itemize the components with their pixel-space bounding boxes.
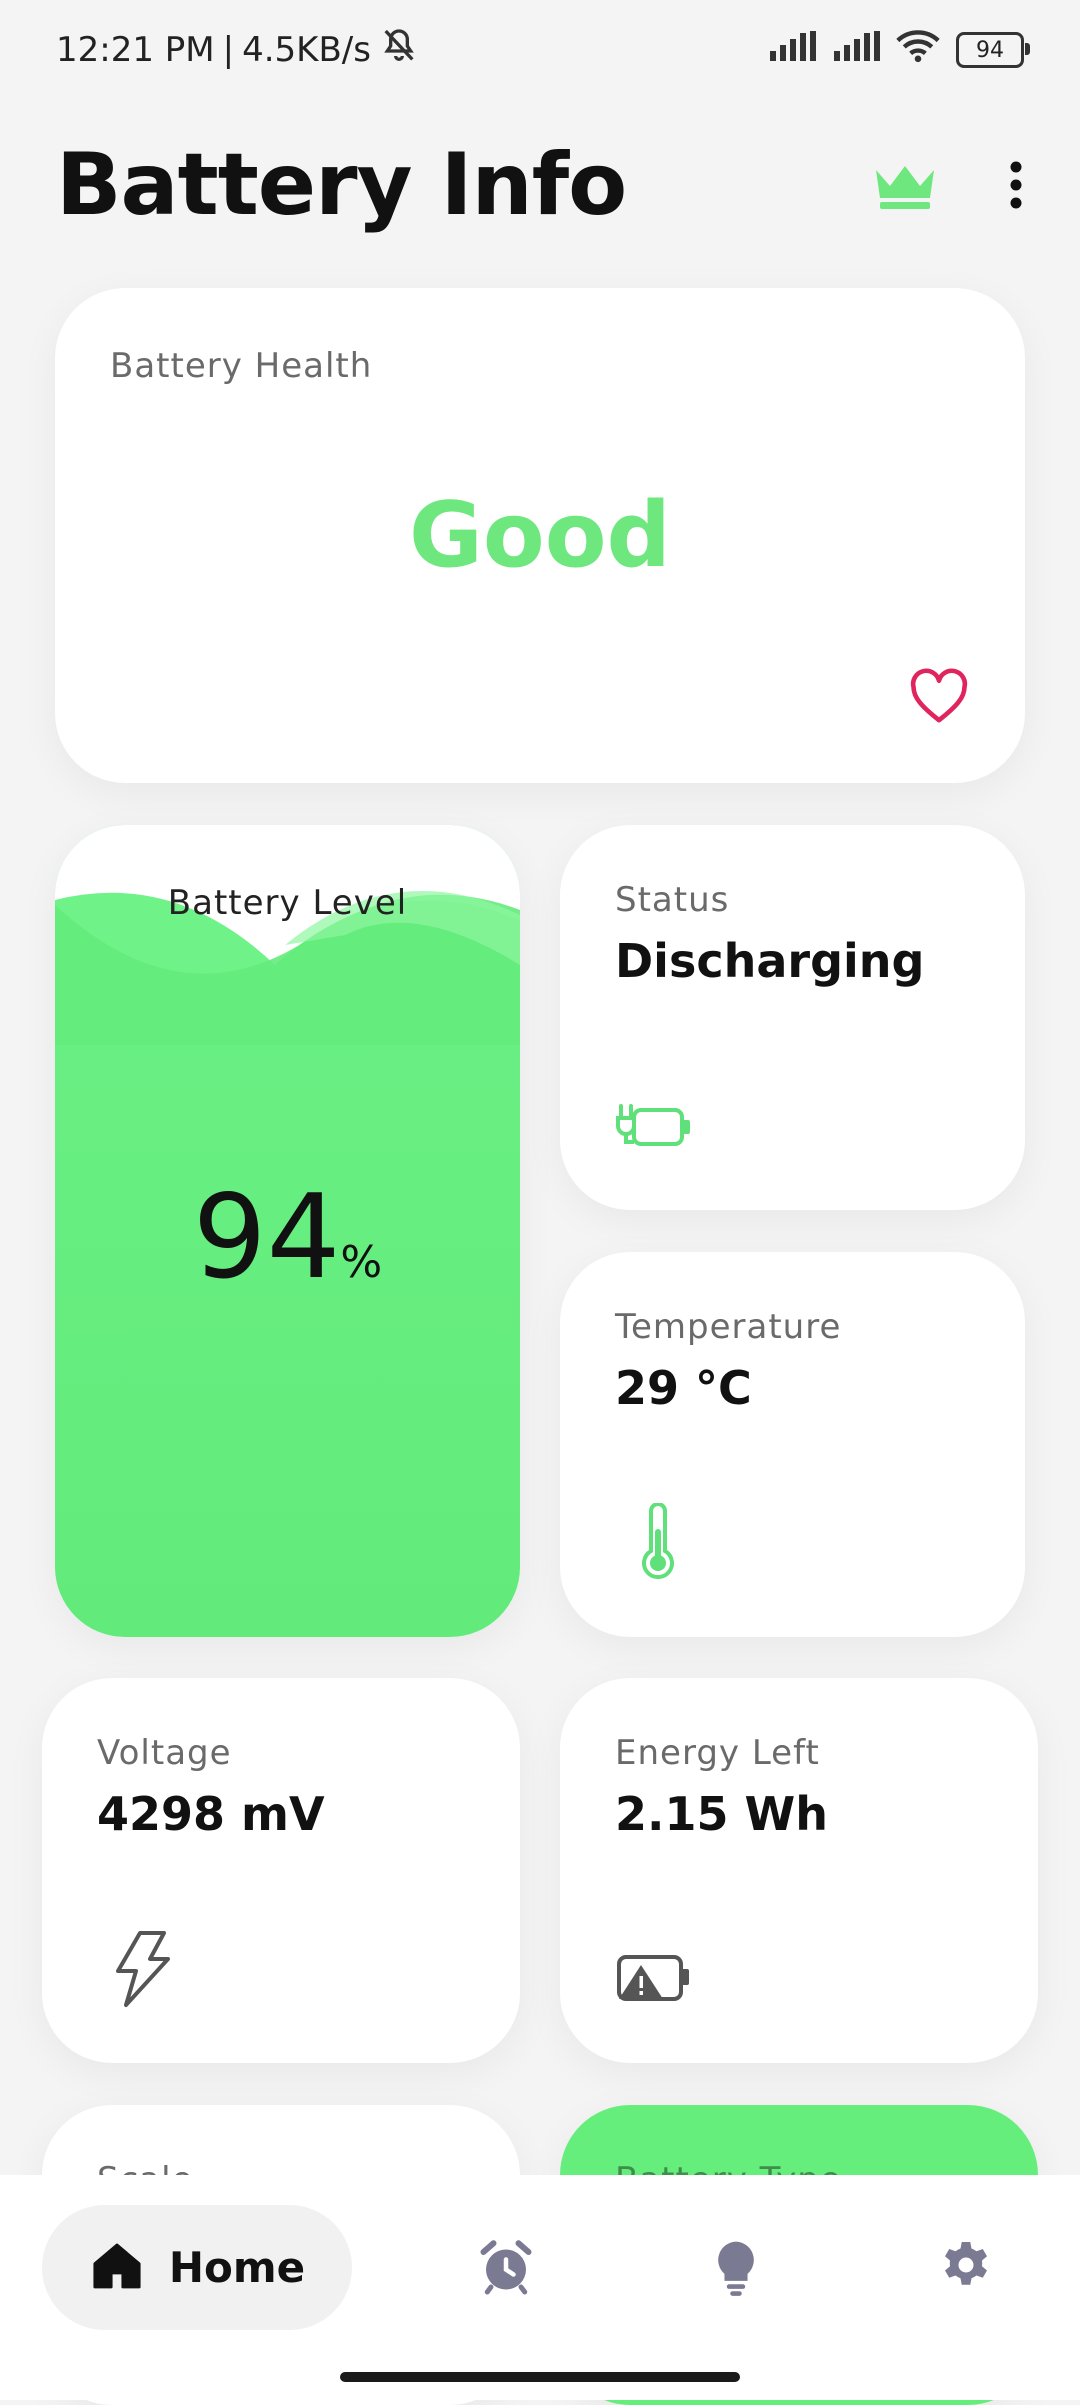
bulb-icon[interactable] <box>708 2237 764 2301</box>
status-left: 12:21 PM | 4.5KB/s <box>56 26 419 75</box>
home-indicator[interactable] <box>340 2372 740 2382</box>
app-actions <box>872 160 1024 210</box>
status-card[interactable]: Status Discharging <box>560 825 1025 1210</box>
voltage-card[interactable]: Voltage 4298 mV <box>42 1678 520 2063</box>
health-label: Battery Health <box>110 346 373 386</box>
nav-item-home[interactable]: Home <box>42 2205 352 2330</box>
level-label: Battery Level <box>167 883 408 923</box>
bottom-nav: Home <box>0 2175 1080 2400</box>
more-vert-icon[interactable] <box>1008 160 1024 210</box>
level-number: 94 <box>192 1170 341 1305</box>
wifi-icon <box>896 29 940 72</box>
energy-value: 2.15 Wh <box>615 1787 828 1841</box>
energy-label: Energy Left <box>615 1733 820 1773</box>
mute-icon <box>379 26 419 75</box>
battery-warning-icon <box>615 1949 695 2013</box>
alarm-icon[interactable] <box>476 2237 536 2301</box>
crown-icon[interactable] <box>872 160 938 210</box>
health-value: Good <box>409 483 671 588</box>
energy-left-card[interactable]: Energy Left 2.15 Wh <box>560 1678 1038 2063</box>
temperature-card[interactable]: Temperature 29 °C <box>560 1252 1025 1637</box>
page-title: Battery Info <box>56 135 627 235</box>
level-wave <box>55 825 520 1045</box>
temperature-label: Temperature <box>615 1307 842 1347</box>
home-icon <box>89 2238 145 2298</box>
status-bar: 12:21 PM | 4.5KB/s 94 <box>0 0 1080 100</box>
status-battery-level: 94 <box>976 37 1004 63</box>
battery-level-card[interactable]: Battery Level 94% <box>55 825 520 1637</box>
battery-health-card[interactable]: Battery Health Good <box>55 288 1025 783</box>
voltage-label: Voltage <box>97 1733 232 1773</box>
network-speed: 4.5KB/s <box>242 30 371 70</box>
level-value: 94% <box>55 1170 520 1305</box>
battery-icon: 94 <box>956 32 1030 68</box>
thermometer-icon <box>638 1502 678 1587</box>
plug-battery-icon <box>615 1096 695 1160</box>
voltage-value: 4298 mV <box>97 1787 325 1841</box>
signal-icon <box>768 30 816 70</box>
settings-icon[interactable] <box>936 2237 996 2301</box>
status-label: Status <box>615 880 730 920</box>
level-unit: % <box>340 1237 383 1288</box>
status-separator: | <box>222 30 235 70</box>
signal-icon <box>832 30 880 70</box>
status-value: Discharging <box>615 934 925 988</box>
app-bar: Battery Info <box>0 100 1080 270</box>
status-right: 94 <box>768 29 1030 72</box>
temperature-value: 29 °C <box>615 1361 752 1415</box>
heart-icon[interactable] <box>908 668 970 728</box>
status-time: 12:21 PM <box>56 30 215 70</box>
lightning-icon <box>110 1929 172 2013</box>
nav-home-label: Home <box>168 2243 306 2292</box>
